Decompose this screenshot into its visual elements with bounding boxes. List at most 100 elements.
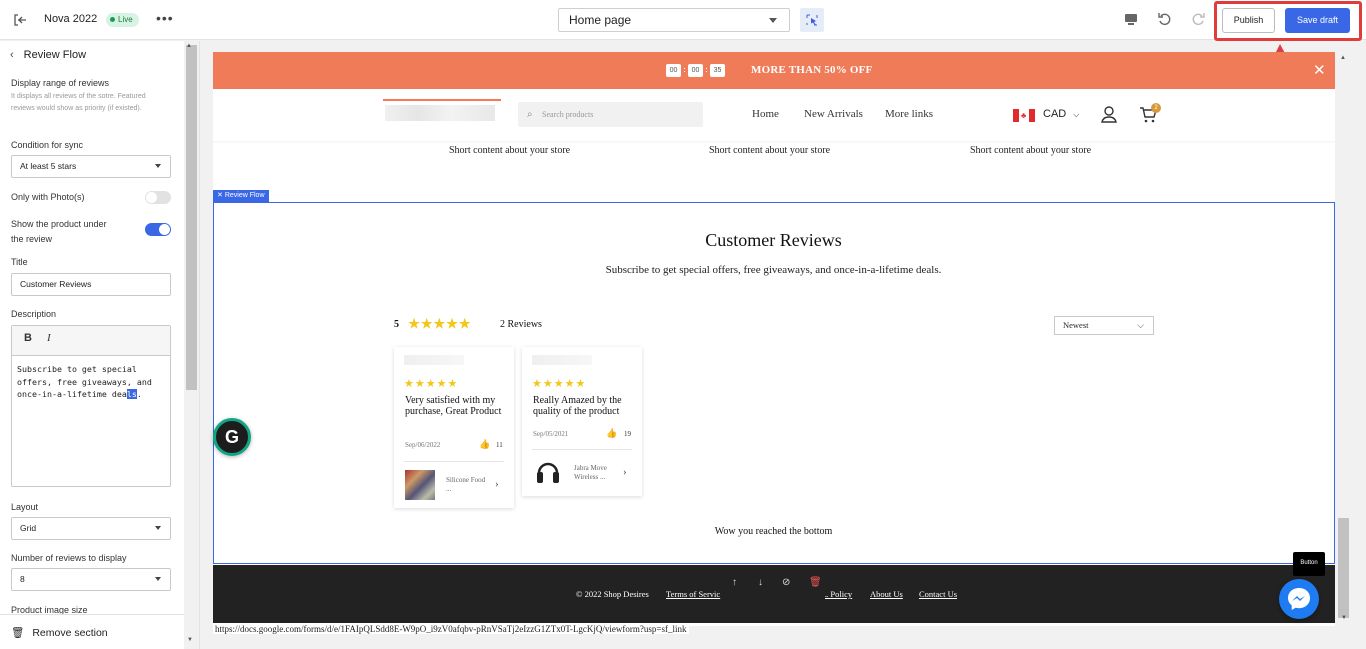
timer-hours: 00: [666, 64, 681, 77]
page-select-value: Home page: [569, 13, 632, 27]
move-down-icon[interactable]: ↓: [758, 577, 763, 588]
review-stars: ★★★★★: [404, 378, 459, 390]
exit-icon[interactable]: [12, 12, 28, 28]
product-image[interactable]: [405, 470, 435, 500]
remove-section-label: Remove section: [32, 627, 108, 639]
short-content-3: Short content about your store: [970, 145, 1092, 156]
nav-more-links[interactable]: More links: [885, 108, 933, 120]
chevron-down-icon: [769, 18, 777, 23]
description-editor[interactable]: B I Subscribe to get special offers, fre…: [11, 325, 171, 487]
save-draft-button[interactable]: Save draft: [1285, 8, 1350, 33]
condition-label: Condition for sync: [11, 140, 84, 150]
toggle-knob: [146, 192, 157, 203]
title-input[interactable]: Customer Reviews: [11, 273, 171, 296]
timer-seconds: 35: [710, 64, 725, 77]
divider: [404, 461, 504, 462]
thumbs-up-icon[interactable]: 👍: [479, 439, 490, 450]
review-count: 2 Reviews: [500, 319, 542, 330]
condition-value: At least 5 stars: [20, 161, 77, 171]
chevron-right-icon[interactable]: ›: [623, 466, 627, 478]
thumbs-up-icon[interactable]: 👍: [606, 428, 617, 439]
status-label: Live: [118, 15, 133, 24]
short-content-1: Short content about your store: [449, 145, 571, 156]
reviewer-name: [532, 355, 592, 365]
currency-selector[interactable]: CAD ⌵: [1043, 108, 1079, 120]
account-icon[interactable]: [1100, 105, 1118, 128]
product-image[interactable]: [533, 457, 563, 487]
chevron-down-icon: ⌵: [1137, 320, 1144, 330]
button-tooltip: Button: [1293, 552, 1325, 576]
chevron-right-icon[interactable]: ›: [495, 478, 499, 490]
grammarly-icon[interactable]: G: [213, 418, 251, 456]
nav-new-arrivals[interactable]: New Arrivals: [804, 108, 863, 120]
description-selection: ls: [126, 389, 137, 399]
sidebar-scroll-thumb[interactable]: [186, 45, 197, 390]
search-input[interactable]: ⌕ Search products: [518, 102, 703, 127]
store-header: ⌕ Search products Home New Arrivals More …: [213, 89, 1335, 141]
timer-colon: :: [705, 67, 708, 74]
like-count: 19: [624, 430, 631, 438]
condition-select[interactable]: At least 5 stars: [11, 155, 171, 178]
remove-section-button[interactable]: 🗑 Remove section: [0, 614, 184, 649]
close-icon[interactable]: ✕: [217, 192, 223, 199]
review-card[interactable]: ★★★★★ Very satisfied with my purchase, G…: [394, 347, 514, 508]
like-count: 11: [496, 441, 503, 449]
undo-icon[interactable]: [1156, 11, 1174, 29]
store-logo[interactable]: [383, 99, 501, 123]
announcement-bar: 00:00:35 MORE THAN 50% OFF ✕: [213, 52, 1335, 89]
hide-icon[interactable]: ⊘: [782, 577, 790, 588]
review-card[interactable]: ★★★★★ Really Amazed by the quality of th…: [522, 347, 642, 496]
num-reviews-value: 8: [20, 574, 25, 584]
scroll-down-icon[interactable]: ▼: [187, 637, 193, 643]
canada-flag-icon: ♣: [1013, 109, 1035, 122]
product-name: Jabra Move Wireless ...: [574, 464, 607, 481]
reviewer-name: [404, 355, 464, 365]
review-text: Very satisfied with my purchase, Great P…: [405, 395, 502, 417]
chevron-down-icon: [155, 164, 161, 168]
footer-link-terms[interactable]: Terms of Servic: [666, 589, 720, 599]
sidebar-header[interactable]: ‹ Review Flow: [10, 49, 86, 61]
description-text-end: .: [136, 389, 142, 399]
status-badge: Live: [106, 13, 139, 27]
review-stars: ★★★★★: [532, 378, 587, 390]
scroll-up-icon[interactable]: ▲: [186, 43, 192, 49]
bold-button[interactable]: B: [24, 332, 32, 344]
currency-value: CAD: [1043, 108, 1067, 120]
rating-stars: ★★★★★: [404, 316, 472, 331]
messenger-icon[interactable]: [1279, 579, 1319, 619]
back-icon[interactable]: ‹: [10, 49, 14, 61]
selected-section-outline[interactable]: [213, 202, 1335, 564]
nav-home[interactable]: Home: [752, 108, 779, 120]
scroll-up-icon[interactable]: ▲: [1340, 55, 1346, 61]
footer-link-contact[interactable]: Contact Us: [919, 589, 957, 599]
num-reviews-label: Number of reviews to display: [11, 553, 127, 563]
move-up-icon[interactable]: ↑: [732, 577, 737, 588]
short-content-2: Short content about your store: [709, 145, 831, 156]
num-reviews-select[interactable]: 8: [11, 568, 171, 591]
description-text[interactable]: Subscribe to get special offers, free gi…: [12, 356, 170, 408]
more-icon[interactable]: •••: [156, 10, 174, 26]
sort-value: Newest: [1063, 320, 1089, 330]
logo-accent: [383, 99, 501, 101]
store-name: Nova 2022: [44, 13, 98, 25]
sort-select[interactable]: Newest ⌵: [1054, 316, 1154, 335]
photos-toggle[interactable]: [145, 191, 171, 204]
close-icon[interactable]: ✕: [1313, 61, 1326, 79]
product-name: Silicone Food ...: [446, 476, 486, 493]
scroll-down-icon[interactable]: ▼: [1341, 615, 1347, 621]
desktop-icon[interactable]: [1122, 11, 1140, 29]
review-date: Sep/06/2022: [405, 441, 441, 449]
timer-colon: :: [683, 67, 686, 74]
section-tag[interactable]: ✕ Review Flow: [213, 190, 269, 202]
selection-tool-icon[interactable]: [800, 8, 824, 32]
publish-button[interactable]: Publish: [1222, 8, 1275, 33]
page-select[interactable]: Home page: [558, 8, 790, 32]
footer-link-about[interactable]: About Us: [870, 589, 903, 599]
italic-button[interactable]: I: [47, 332, 51, 344]
delete-icon[interactable]: 🗑: [809, 577, 822, 588]
chevron-down-icon: ⌵: [1073, 110, 1080, 119]
logo-image: [385, 105, 495, 121]
description-label: Description: [11, 309, 57, 319]
settings-sidebar: ‹ Review Flow Display range of reviews It…: [0, 41, 200, 649]
redo-icon[interactable]: [1189, 11, 1207, 29]
